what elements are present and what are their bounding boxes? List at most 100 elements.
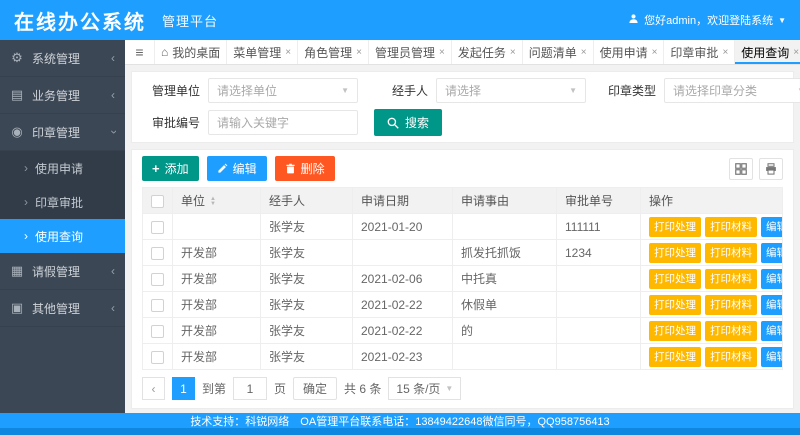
select-all-cell (143, 188, 173, 214)
row-checkbox[interactable] (151, 273, 164, 286)
row-action-edit[interactable]: 编辑 (761, 217, 783, 237)
cell-actions: 打印处理打印材料编辑 (641, 292, 783, 318)
row-action-print-material[interactable]: 打印材料 (705, 269, 757, 289)
row-action-edit[interactable]: 编辑 (761, 243, 783, 263)
tab-label: 使用申请 (600, 44, 648, 61)
row-action-edit[interactable]: 编辑 (761, 347, 783, 367)
tab-issue-list[interactable]: 问题清单× (523, 40, 594, 64)
column-label: 单位 (181, 194, 205, 208)
row-checkbox[interactable] (151, 247, 164, 260)
print-icon[interactable] (759, 158, 783, 180)
user-greeting: 您好admin，欢迎登陆系统 (644, 12, 773, 28)
sidebar-item-seal-approval[interactable]: ›印章审批 (0, 185, 125, 219)
tab-launch-task[interactable]: 发起任务× (452, 40, 523, 64)
add-button[interactable]: + 添加 (142, 156, 199, 181)
row-checkbox[interactable] (151, 351, 164, 364)
user-menu[interactable]: 您好admin，欢迎登陆系统 ▼ (628, 12, 786, 28)
approval-no-input[interactable] (217, 116, 349, 130)
cell-apply-reason: 的 (453, 318, 557, 344)
row-checkbox[interactable] (151, 325, 164, 338)
submenu-arrow-icon: › (24, 161, 28, 175)
sidebar-item-seal-management[interactable]: ◉印章管理‹ (0, 114, 125, 151)
tab-label: 我的桌面 (172, 44, 220, 61)
column-header-unit: 单位 ▲▼ (173, 188, 261, 214)
table-body: 张学友2021-01-20111111打印处理打印材料编辑开发部张学友抓发托抓饭… (143, 214, 783, 370)
tab-use-query[interactable]: 使用查询× (735, 40, 800, 64)
close-icon[interactable]: × (356, 47, 362, 58)
tab-use-application[interactable]: 使用申请 × (594, 40, 665, 64)
stamp-icon: ◉ (10, 124, 24, 140)
sidebar-item-label: 业务管理 (32, 87, 103, 104)
folder-icon: ▣ (10, 300, 24, 316)
row-action-print-process[interactable]: 打印处理 (649, 269, 701, 289)
tab-menu-management[interactable]: 菜单管理× (227, 40, 298, 64)
sidebar-item-label: 印章管理 (32, 124, 103, 141)
handler-select-placeholder: 请选择 (445, 82, 481, 99)
page-size-select[interactable]: 15 条/页 ▼ (388, 377, 461, 400)
close-icon[interactable]: × (581, 47, 587, 58)
sidebar-item-other-management[interactable]: ▣其他管理‹ (0, 290, 125, 327)
row-action-print-process[interactable]: 打印处理 (649, 347, 701, 367)
user-icon (628, 13, 639, 27)
sidebar-item-system-management[interactable]: ⚙系统管理‹ (0, 40, 125, 77)
row-checkbox[interactable] (151, 221, 164, 234)
sidebar-item-leave-management[interactable]: ▦请假管理‹ (0, 253, 125, 290)
sidebar-subitem-label: 印章审批 (35, 194, 83, 211)
cell-apply-reason: 抓发托抓饭 (453, 240, 557, 266)
row-action-print-process[interactable]: 打印处理 (649, 295, 701, 315)
row-action-print-process[interactable]: 打印处理 (649, 321, 701, 341)
row-action-print-material[interactable]: 打印材料 (705, 217, 757, 237)
tab-my-desktop[interactable]: ⌂我的桌面 (155, 40, 227, 64)
row-action-print-process[interactable]: 打印处理 (649, 243, 701, 263)
close-icon[interactable]: × (722, 47, 728, 58)
columns-filter-icon[interactable] (729, 158, 753, 180)
page-size-value: 15 条/页 (396, 380, 440, 397)
cell-actions: 打印处理打印材料编辑 (641, 344, 783, 370)
row-action-print-material[interactable]: 打印材料 (705, 243, 757, 263)
search-button[interactable]: 搜索 (374, 109, 442, 136)
row-checkbox-cell (143, 214, 173, 240)
tab-role-management[interactable]: 角色管理× (298, 40, 369, 64)
jump-confirm-button[interactable]: 确定 (293, 377, 337, 400)
row-action-print-process[interactable]: 打印处理 (649, 217, 701, 237)
tab-admin-management[interactable]: 管理员管理× (369, 40, 452, 64)
cell-apply-reason: 中托真 (453, 266, 557, 292)
row-action-print-material[interactable]: 打印材料 (705, 295, 757, 315)
chevron-down-icon: ▼ (445, 384, 453, 393)
approval-no-field-wrap (208, 110, 358, 135)
cell-handler: 张学友 (261, 240, 353, 266)
sidebar-item-use-application[interactable]: ›使用申请 (0, 151, 125, 185)
handler-select[interactable]: 请选择 ▼ (436, 78, 586, 103)
select-all-checkbox[interactable] (151, 195, 164, 208)
seal-type-select[interactable]: 请选择印章分类 ▼ (664, 78, 800, 103)
close-icon[interactable]: × (285, 47, 291, 58)
cell-apply-date: 2021-02-22 (353, 318, 453, 344)
row-action-edit[interactable]: 编辑 (761, 295, 783, 315)
close-icon[interactable]: × (652, 47, 658, 58)
column-header-apply-reason: 申请事由 (453, 188, 557, 214)
page-number-current[interactable]: 1 (172, 377, 195, 400)
row-action-edit[interactable]: 编辑 (761, 321, 783, 341)
tabbar: ≡ ⌂我的桌面菜单管理×角色管理×管理员管理×发起任务×问题清单×使用申请×印章… (125, 40, 800, 65)
row-action-edit[interactable]: 编辑 (761, 269, 783, 289)
chevron-down-icon: ▼ (341, 86, 349, 95)
row-action-print-material[interactable]: 打印材料 (705, 347, 757, 367)
edit-button[interactable]: 编辑 (207, 156, 267, 181)
collapse-menu-icon[interactable]: ≡ (125, 40, 155, 64)
delete-button[interactable]: 删除 (275, 156, 335, 181)
unit-select[interactable]: 请选择单位 ▼ (208, 78, 358, 103)
jump-page-input[interactable] (233, 377, 267, 400)
sort-icon[interactable]: ▲▼ (210, 197, 216, 207)
close-icon[interactable]: × (510, 47, 516, 58)
chevron-left-icon: ‹ (111, 88, 115, 102)
close-icon[interactable]: × (439, 47, 445, 58)
tab-seal-approval[interactable]: 印章审批× (664, 40, 735, 64)
row-action-print-material[interactable]: 打印材料 (705, 321, 757, 341)
sidebar-item-use-query[interactable]: ›使用查询 (0, 219, 125, 253)
close-icon[interactable]: × (793, 47, 799, 58)
row-checkbox[interactable] (151, 299, 164, 312)
sidebar-item-business-management[interactable]: ▤业务管理‹ (0, 77, 125, 114)
table-header-row: 单位▲▼经手人申请日期申请事由审批单号操作 (143, 188, 783, 214)
prev-page-button[interactable]: ‹ (142, 377, 165, 400)
column-label: 经手人 (269, 194, 305, 208)
